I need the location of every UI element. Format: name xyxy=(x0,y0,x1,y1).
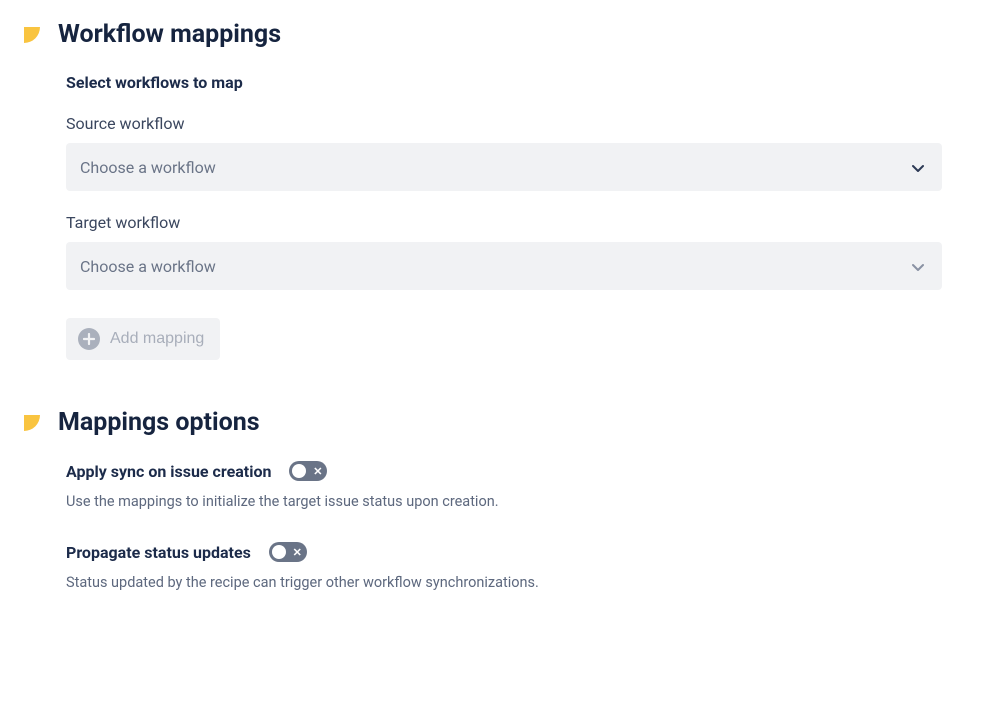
toggle-knob xyxy=(292,464,306,478)
toggle-off-icon: ✕ xyxy=(313,466,322,477)
section-header: Workflow mappings xyxy=(0,20,996,49)
option-row: Propagate status updates ✕ xyxy=(66,542,942,562)
option-row: Apply sync on issue creation ✕ xyxy=(66,461,942,481)
propagate-status-toggle[interactable]: ✕ xyxy=(269,542,307,562)
target-workflow-select[interactable]: Choose a workflow xyxy=(66,242,942,290)
source-workflow-select[interactable]: Choose a workflow xyxy=(66,143,942,191)
target-workflow-field: Target workflow Choose a workflow xyxy=(66,213,942,290)
add-mapping-button[interactable]: Add mapping xyxy=(66,318,220,360)
option-label: Apply sync on issue creation xyxy=(66,462,271,481)
section-title: Mappings options xyxy=(58,408,260,437)
option-apply-sync: Apply sync on issue creation ✕ Use the m… xyxy=(66,461,942,510)
mappings-options-section: Mappings options Apply sync on issue cre… xyxy=(0,408,996,591)
section-bullet-icon xyxy=(24,27,40,43)
source-workflow-placeholder: Choose a workflow xyxy=(80,158,216,177)
section-content: Apply sync on issue creation ✕ Use the m… xyxy=(0,461,996,591)
source-workflow-label: Source workflow xyxy=(66,114,942,133)
workflow-mappings-section: Workflow mappings Select workflows to ma… xyxy=(0,20,996,360)
target-workflow-placeholder: Choose a workflow xyxy=(80,257,216,276)
chevron-down-icon xyxy=(912,158,924,177)
toggle-off-icon: ✕ xyxy=(293,547,302,558)
option-propagate-status: Propagate status updates ✕ Status update… xyxy=(66,542,942,591)
section-bullet-icon xyxy=(24,415,40,431)
section-content: Select workflows to map Source workflow … xyxy=(0,73,996,360)
toggle-knob xyxy=(272,545,286,559)
option-label: Propagate status updates xyxy=(66,543,251,562)
target-workflow-label: Target workflow xyxy=(66,213,942,232)
option-description: Use the mappings to initialize the targe… xyxy=(66,493,942,510)
source-workflow-field: Source workflow Choose a workflow xyxy=(66,114,942,191)
section-title: Workflow mappings xyxy=(58,20,281,49)
option-description: Status updated by the recipe can trigger… xyxy=(66,574,942,591)
chevron-down-icon xyxy=(912,257,924,276)
section-header: Mappings options xyxy=(0,408,996,437)
section-subtitle: Select workflows to map xyxy=(66,73,942,92)
plus-circle-icon xyxy=(78,328,100,350)
add-mapping-label: Add mapping xyxy=(110,330,204,348)
apply-sync-toggle[interactable]: ✕ xyxy=(289,461,327,481)
